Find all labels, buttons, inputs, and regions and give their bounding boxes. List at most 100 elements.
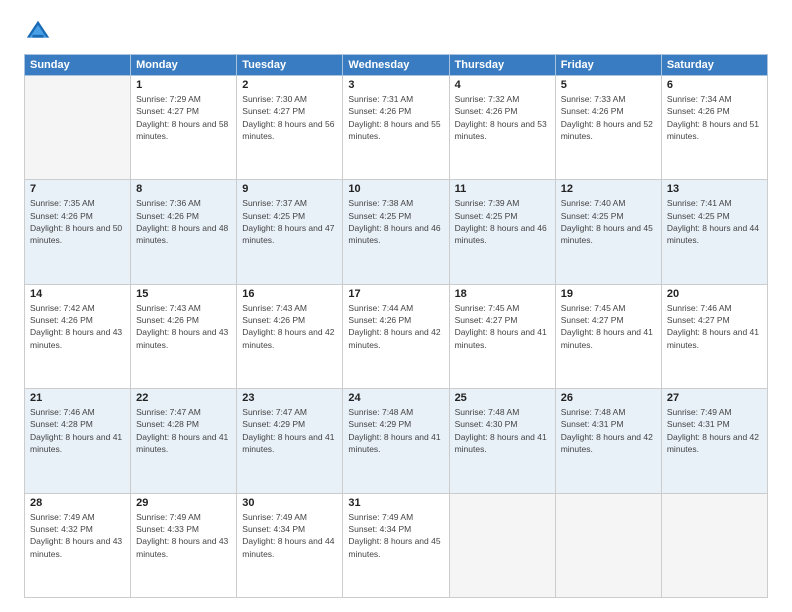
calendar-cell: 25 Sunrise: 7:48 AM Sunset: 4:30 PM Dayl… [449,389,555,493]
day-number: 17 [348,288,443,300]
day-info: Sunrise: 7:29 AM Sunset: 4:27 PM Dayligh… [136,93,231,142]
weekday-header-monday: Monday [131,55,237,76]
day-number: 6 [667,79,762,91]
day-info: Sunrise: 7:43 AM Sunset: 4:26 PM Dayligh… [242,302,337,351]
page: SundayMondayTuesdayWednesdayThursdayFrid… [0,0,792,612]
day-number: 24 [348,392,443,404]
day-number: 11 [455,183,550,195]
day-info: Sunrise: 7:48 AM Sunset: 4:31 PM Dayligh… [561,406,656,455]
calendar-cell: 5 Sunrise: 7:33 AM Sunset: 4:26 PM Dayli… [555,76,661,180]
day-number: 22 [136,392,231,404]
day-number: 10 [348,183,443,195]
weekday-header-saturday: Saturday [661,55,767,76]
calendar-cell [25,76,131,180]
day-info: Sunrise: 7:44 AM Sunset: 4:26 PM Dayligh… [348,302,443,351]
day-info: Sunrise: 7:36 AM Sunset: 4:26 PM Dayligh… [136,197,231,246]
weekday-header-sunday: Sunday [25,55,131,76]
day-info: Sunrise: 7:49 AM Sunset: 4:32 PM Dayligh… [30,511,125,560]
day-number: 31 [348,497,443,509]
calendar-cell [555,493,661,597]
calendar-cell: 20 Sunrise: 7:46 AM Sunset: 4:27 PM Dayl… [661,284,767,388]
calendar-cell: 6 Sunrise: 7:34 AM Sunset: 4:26 PM Dayli… [661,76,767,180]
day-number: 15 [136,288,231,300]
day-number: 12 [561,183,656,195]
calendar: SundayMondayTuesdayWednesdayThursdayFrid… [24,54,768,598]
day-number: 21 [30,392,125,404]
day-number: 13 [667,183,762,195]
calendar-cell: 16 Sunrise: 7:43 AM Sunset: 4:26 PM Dayl… [237,284,343,388]
weekday-header-thursday: Thursday [449,55,555,76]
day-number: 23 [242,392,337,404]
day-info: Sunrise: 7:40 AM Sunset: 4:25 PM Dayligh… [561,197,656,246]
calendar-cell: 23 Sunrise: 7:47 AM Sunset: 4:29 PM Dayl… [237,389,343,493]
day-number: 16 [242,288,337,300]
calendar-cell: 17 Sunrise: 7:44 AM Sunset: 4:26 PM Dayl… [343,284,449,388]
header [24,18,768,46]
day-info: Sunrise: 7:37 AM Sunset: 4:25 PM Dayligh… [242,197,337,246]
day-number: 29 [136,497,231,509]
day-number: 30 [242,497,337,509]
calendar-cell [661,493,767,597]
day-info: Sunrise: 7:43 AM Sunset: 4:26 PM Dayligh… [136,302,231,351]
calendar-cell [449,493,555,597]
day-info: Sunrise: 7:31 AM Sunset: 4:26 PM Dayligh… [348,93,443,142]
day-info: Sunrise: 7:33 AM Sunset: 4:26 PM Dayligh… [561,93,656,142]
day-info: Sunrise: 7:46 AM Sunset: 4:27 PM Dayligh… [667,302,762,351]
calendar-cell: 3 Sunrise: 7:31 AM Sunset: 4:26 PM Dayli… [343,76,449,180]
day-info: Sunrise: 7:49 AM Sunset: 4:34 PM Dayligh… [242,511,337,560]
weekday-header-tuesday: Tuesday [237,55,343,76]
calendar-cell: 10 Sunrise: 7:38 AM Sunset: 4:25 PM Dayl… [343,180,449,284]
calendar-cell: 29 Sunrise: 7:49 AM Sunset: 4:33 PM Dayl… [131,493,237,597]
day-info: Sunrise: 7:34 AM Sunset: 4:26 PM Dayligh… [667,93,762,142]
day-number: 20 [667,288,762,300]
calendar-cell: 19 Sunrise: 7:45 AM Sunset: 4:27 PM Dayl… [555,284,661,388]
logo-icon [24,18,52,46]
day-number: 18 [455,288,550,300]
weekday-header-row: SundayMondayTuesdayWednesdayThursdayFrid… [25,55,768,76]
calendar-cell: 14 Sunrise: 7:42 AM Sunset: 4:26 PM Dayl… [25,284,131,388]
day-number: 25 [455,392,550,404]
day-info: Sunrise: 7:30 AM Sunset: 4:27 PM Dayligh… [242,93,337,142]
week-row-3: 14 Sunrise: 7:42 AM Sunset: 4:26 PM Dayl… [25,284,768,388]
day-number: 8 [136,183,231,195]
calendar-cell: 24 Sunrise: 7:48 AM Sunset: 4:29 PM Dayl… [343,389,449,493]
day-info: Sunrise: 7:48 AM Sunset: 4:30 PM Dayligh… [455,406,550,455]
day-info: Sunrise: 7:47 AM Sunset: 4:29 PM Dayligh… [242,406,337,455]
calendar-cell: 11 Sunrise: 7:39 AM Sunset: 4:25 PM Dayl… [449,180,555,284]
calendar-cell: 18 Sunrise: 7:45 AM Sunset: 4:27 PM Dayl… [449,284,555,388]
calendar-cell: 31 Sunrise: 7:49 AM Sunset: 4:34 PM Dayl… [343,493,449,597]
day-info: Sunrise: 7:46 AM Sunset: 4:28 PM Dayligh… [30,406,125,455]
day-info: Sunrise: 7:48 AM Sunset: 4:29 PM Dayligh… [348,406,443,455]
week-row-1: 1 Sunrise: 7:29 AM Sunset: 4:27 PM Dayli… [25,76,768,180]
week-row-5: 28 Sunrise: 7:49 AM Sunset: 4:32 PM Dayl… [25,493,768,597]
calendar-cell: 8 Sunrise: 7:36 AM Sunset: 4:26 PM Dayli… [131,180,237,284]
calendar-cell: 27 Sunrise: 7:49 AM Sunset: 4:31 PM Dayl… [661,389,767,493]
day-info: Sunrise: 7:38 AM Sunset: 4:25 PM Dayligh… [348,197,443,246]
day-info: Sunrise: 7:45 AM Sunset: 4:27 PM Dayligh… [561,302,656,351]
day-number: 3 [348,79,443,91]
calendar-cell: 21 Sunrise: 7:46 AM Sunset: 4:28 PM Dayl… [25,389,131,493]
day-info: Sunrise: 7:39 AM Sunset: 4:25 PM Dayligh… [455,197,550,246]
day-info: Sunrise: 7:42 AM Sunset: 4:26 PM Dayligh… [30,302,125,351]
day-info: Sunrise: 7:49 AM Sunset: 4:33 PM Dayligh… [136,511,231,560]
calendar-cell: 30 Sunrise: 7:49 AM Sunset: 4:34 PM Dayl… [237,493,343,597]
day-number: 1 [136,79,231,91]
day-info: Sunrise: 7:35 AM Sunset: 4:26 PM Dayligh… [30,197,125,246]
weekday-header-wednesday: Wednesday [343,55,449,76]
day-info: Sunrise: 7:32 AM Sunset: 4:26 PM Dayligh… [455,93,550,142]
weekday-header-friday: Friday [555,55,661,76]
logo [24,18,56,46]
calendar-cell: 9 Sunrise: 7:37 AM Sunset: 4:25 PM Dayli… [237,180,343,284]
calendar-cell: 12 Sunrise: 7:40 AM Sunset: 4:25 PM Dayl… [555,180,661,284]
day-number: 27 [667,392,762,404]
week-row-4: 21 Sunrise: 7:46 AM Sunset: 4:28 PM Dayl… [25,389,768,493]
day-number: 19 [561,288,656,300]
day-number: 26 [561,392,656,404]
week-row-2: 7 Sunrise: 7:35 AM Sunset: 4:26 PM Dayli… [25,180,768,284]
day-info: Sunrise: 7:47 AM Sunset: 4:28 PM Dayligh… [136,406,231,455]
day-number: 9 [242,183,337,195]
day-info: Sunrise: 7:45 AM Sunset: 4:27 PM Dayligh… [455,302,550,351]
day-number: 5 [561,79,656,91]
calendar-cell: 15 Sunrise: 7:43 AM Sunset: 4:26 PM Dayl… [131,284,237,388]
day-info: Sunrise: 7:49 AM Sunset: 4:34 PM Dayligh… [348,511,443,560]
